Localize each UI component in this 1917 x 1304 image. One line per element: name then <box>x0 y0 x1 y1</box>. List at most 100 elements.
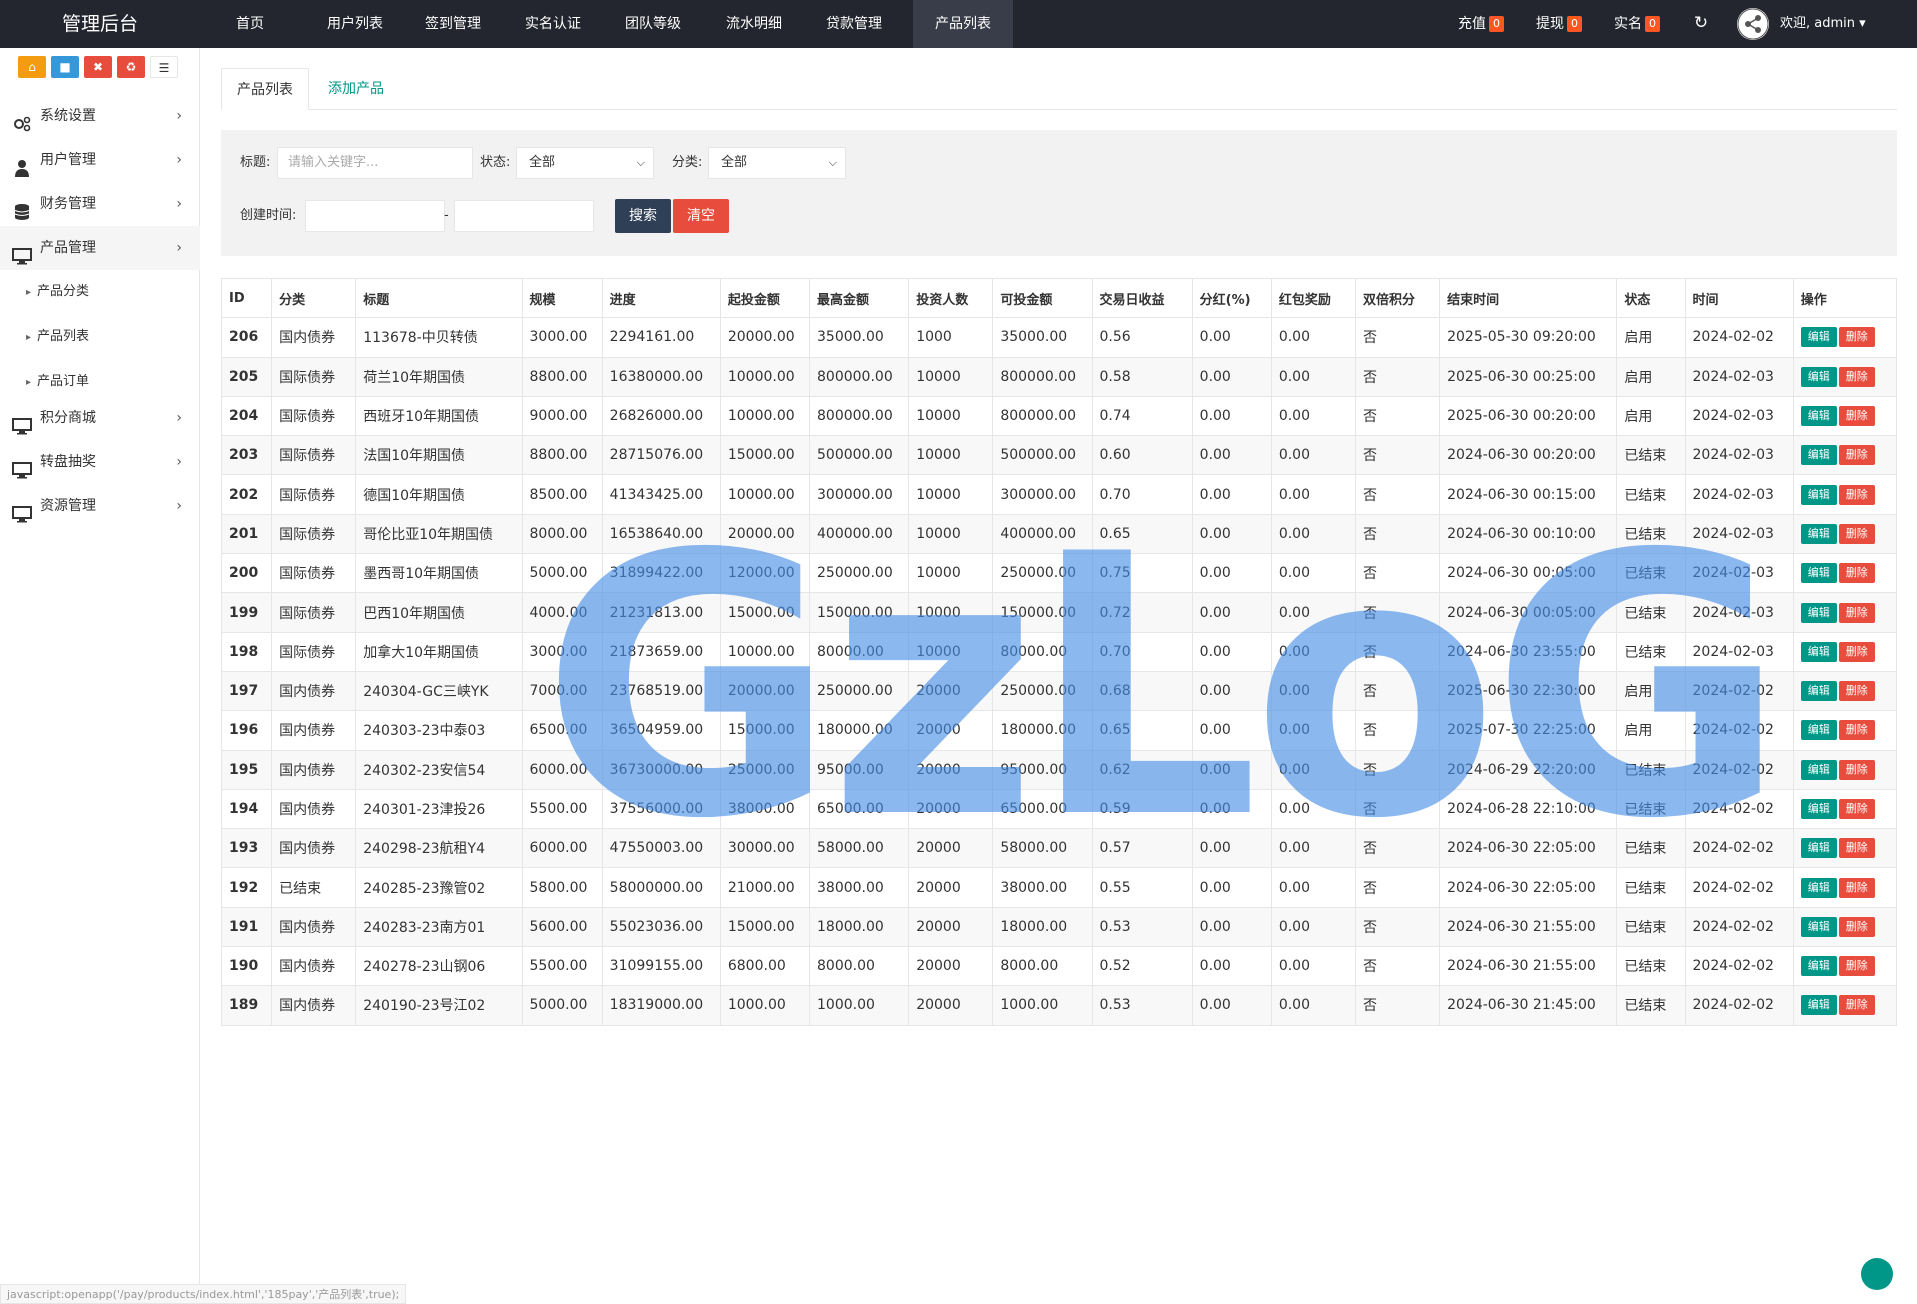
table-cell: 哥伦比亚10年期国债 <box>355 513 523 555</box>
table-cell: 国际债券 <box>271 435 357 476</box>
table-cell: 0.00 <box>1191 631 1272 672</box>
file-button[interactable]: ■ <box>51 56 79 78</box>
clear-button[interactable]: 清空 <box>673 199 729 233</box>
list-button[interactable]: ☰ <box>150 56 178 78</box>
edit-button[interactable]: 编辑 <box>1800 681 1837 702</box>
table-cell: 0.00 <box>1270 710 1356 751</box>
sidebar-item-label: 系统设置 <box>40 108 96 124</box>
sidebar-item-finance-management[interactable]: 财务管理 › <box>0 182 200 226</box>
top-nav-item[interactable]: 首页 <box>220 0 280 48</box>
search-button[interactable]: 搜索 <box>615 199 671 233</box>
title-search-input[interactable]: 请输入关键字... <box>277 147 473 179</box>
delete-button[interactable]: 删除 <box>1838 838 1875 859</box>
edit-button[interactable]: 编辑 <box>1800 916 1837 937</box>
avatar[interactable] <box>1737 8 1769 40</box>
column-header: 进度 <box>601 277 721 319</box>
edit-button[interactable]: 编辑 <box>1800 327 1837 348</box>
edit-button[interactable]: 编辑 <box>1800 799 1837 819</box>
edit-button[interactable]: 编辑 <box>1800 720 1837 741</box>
sidebar-item-label: 财务管理 <box>40 196 96 212</box>
top-nav-item[interactable]: 贷款管理 <box>814 0 894 48</box>
delete-button[interactable]: 删除 <box>1838 877 1875 898</box>
top-nav-item[interactable]: 团队等级 <box>613 0 693 48</box>
sidebar-item-label: 转盘抽奖 <box>40 454 96 470</box>
sidebar-subitem-product-order[interactable]: ▸ 产品订单 <box>26 360 89 404</box>
delete-button[interactable]: 删除 <box>1838 956 1875 977</box>
table-row: 189 国内债券 240190-23号江02 5000.00 18319000.00 10… <box>220 985 1898 1026</box>
category-select[interactable]: 全部 ⌵ <box>708 147 846 179</box>
table-cell: 20000 <box>908 828 994 869</box>
table-cell: 1000 <box>908 317 994 358</box>
edit-button[interactable]: 编辑 <box>1800 838 1837 859</box>
delete-button[interactable]: 删除 <box>1838 563 1875 584</box>
sidebar-item-resource-management[interactable]: 资源管理 › <box>0 484 200 528</box>
edit-button[interactable]: 编辑 <box>1800 406 1837 427</box>
delete-button[interactable]: 删除 <box>1838 327 1875 348</box>
table-cell: 10000 <box>908 631 994 672</box>
delete-button[interactable]: 删除 <box>1838 523 1875 544</box>
edit-button[interactable]: 编辑 <box>1800 484 1837 505</box>
recharge-link[interactable]: 充值 0 <box>1458 0 1504 48</box>
delete-button[interactable]: 删除 <box>1838 406 1875 427</box>
home-button[interactable]: ⌂ <box>18 56 46 78</box>
floating-help-button[interactable] <box>1861 1258 1893 1290</box>
table-cell: 0.00 <box>1191 828 1272 869</box>
sidebar-item-user-management[interactable]: 用户管理 › <box>0 138 200 182</box>
withdraw-link[interactable]: 提现 0 <box>1536 0 1582 48</box>
tab-product-list[interactable]: 产品列表 <box>221 68 309 110</box>
edit-button[interactable]: 编辑 <box>1800 759 1837 780</box>
sidebar-item-product-management[interactable]: 产品管理 › <box>0 226 200 270</box>
end-date-input[interactable] <box>454 200 594 232</box>
edit-button[interactable]: 编辑 <box>1800 602 1837 623</box>
sidebar-subitem-product-category[interactable]: ▸ 产品分类 <box>26 270 89 314</box>
delete-button[interactable]: 删除 <box>1838 916 1875 937</box>
delete-button[interactable]: 删除 <box>1838 445 1875 466</box>
actions-cell: 编辑 删除 <box>1792 474 1898 515</box>
start-date-input[interactable] <box>305 200 445 232</box>
table-cell: 180000.00 <box>992 710 1093 751</box>
edit-button[interactable]: 编辑 <box>1800 563 1837 584</box>
delete-button[interactable]: 删除 <box>1838 995 1875 1016</box>
delete-button[interactable]: 删除 <box>1838 759 1875 780</box>
delete-button[interactable]: 删除 <box>1838 720 1875 741</box>
table-cell: 0.56 <box>1091 317 1193 358</box>
edit-button[interactable]: 编辑 <box>1800 445 1837 466</box>
edit-button[interactable]: 编辑 <box>1800 956 1837 977</box>
sidebar-subitem-product-list[interactable]: ▸ 产品列表 <box>26 315 89 359</box>
edit-button[interactable]: 编辑 <box>1800 366 1837 387</box>
tab-add-product[interactable]: 添加产品 <box>313 68 399 110</box>
realname-label: 实名 <box>1614 16 1642 32</box>
top-nav-item[interactable]: 产品列表 <box>913 0 1013 48</box>
edit-button[interactable]: 编辑 <box>1800 995 1837 1016</box>
delete-button[interactable]: 删除 <box>1838 681 1875 702</box>
top-nav-item[interactable]: 实名认证 <box>513 0 593 48</box>
table-cell: 20000.00 <box>719 670 811 712</box>
table-cell: 15000.00 <box>719 906 811 948</box>
table-cell: 240285-23豫管02 <box>355 867 523 908</box>
table-cell: 2024-06-30 00:10:00 <box>1439 513 1618 555</box>
edit-button[interactable]: 编辑 <box>1800 641 1837 662</box>
table-cell: 10000 <box>908 592 994 633</box>
recycle-button[interactable]: ♻ <box>117 56 145 78</box>
trash-icon: ✖ <box>92 60 104 74</box>
delete-button[interactable]: 删除 <box>1838 799 1875 819</box>
delete-button[interactable]: 删除 <box>1838 484 1875 505</box>
status-select[interactable]: 全部 ⌵ <box>516 147 654 179</box>
delete-button[interactable]: 删除 <box>1838 641 1875 662</box>
top-nav-item[interactable]: 用户列表 <box>312 0 398 48</box>
edit-button[interactable]: 编辑 <box>1800 877 1837 898</box>
welcome-user-menu[interactable]: 欢迎, admin ▾ <box>1780 0 1866 48</box>
table-header-row: ID 分类 标题 规模 进度 起投金额 最高金额 投资人数 可投金额 交易日收益 分红(%) 红包奖励… <box>220 277 1898 319</box>
table-cell: 2024-02-02 <box>1684 317 1794 358</box>
edit-button[interactable]: 编辑 <box>1800 523 1837 544</box>
sidebar-item-lucky-wheel[interactable]: 转盘抽奖 › <box>0 440 200 484</box>
delete-button[interactable]: 删除 <box>1838 602 1875 623</box>
realname-link[interactable]: 实名 0 <box>1614 0 1660 48</box>
delete-button[interactable]: 删除 <box>1838 366 1875 387</box>
top-nav-item[interactable]: 流水明细 <box>714 0 794 48</box>
top-nav-item[interactable]: 签到管理 <box>413 0 493 48</box>
refresh-icon[interactable]: ↻ <box>1692 14 1710 32</box>
sidebar-item-system-settings[interactable]: 系统设置 › <box>0 94 200 138</box>
trash-button[interactable]: ✖ <box>84 56 112 78</box>
table-cell: 已结束 <box>1616 553 1686 594</box>
